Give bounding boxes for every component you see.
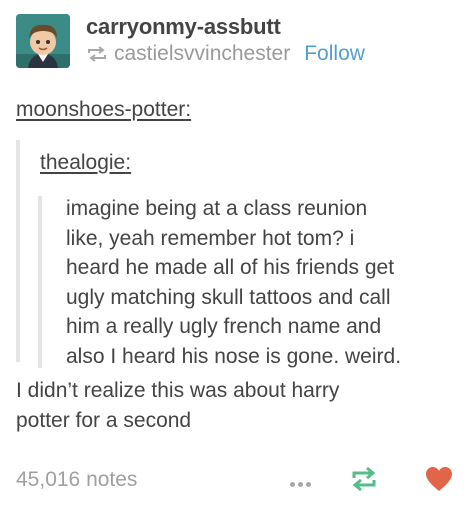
text-line: him a really ugly french name and xyxy=(66,315,382,338)
text-line: potter for a second xyxy=(16,408,192,432)
reblog-button[interactable] xyxy=(350,466,378,492)
quoted-post-text: imagine being at a class reunion like, y… xyxy=(66,194,466,371)
avatar[interactable] xyxy=(16,14,70,68)
reblog-row: castielsvvinchester Follow xyxy=(86,41,365,67)
text-line: heard he made all of his friends get xyxy=(66,256,395,279)
trail-username-label: thealogie xyxy=(40,151,126,174)
reblog-icon xyxy=(352,466,376,492)
text-line: I didn’t realize this was about harry xyxy=(16,379,340,402)
more-icon[interactable] xyxy=(290,474,314,492)
quote-border-inner xyxy=(38,196,42,368)
heart-icon xyxy=(426,467,452,491)
post-username[interactable]: carryonmy-assbutt xyxy=(86,14,281,40)
trail-username-1[interactable]: moonshoes-potter: xyxy=(16,98,191,122)
trail-username-label: moonshoes-potter xyxy=(16,98,186,121)
text-line: ugly matching skull tattoos and call xyxy=(66,285,391,309)
notes-count[interactable]: 45,016 notes xyxy=(16,468,137,492)
reblogged-from-username[interactable]: castielsvvinchester xyxy=(114,42,290,66)
post-footer: 45,016 notes xyxy=(0,460,474,510)
reply-text: I didn’t realize this was about harry po… xyxy=(16,376,466,435)
quote-border-outer xyxy=(16,140,20,362)
reblog-icon xyxy=(86,45,108,63)
text-line: imagine being at a class reunion xyxy=(66,197,368,220)
text-line: like, yeah remember hot tom? i xyxy=(66,226,355,250)
follow-button[interactable]: Follow xyxy=(304,42,365,66)
trail-username-2[interactable]: thealogie: xyxy=(40,151,131,175)
post-header: carryonmy-assbutt castielsvvinchester Fo… xyxy=(0,0,474,80)
text-line: also I heard his nose is gone. weird. xyxy=(66,344,402,368)
like-button[interactable] xyxy=(425,466,453,492)
